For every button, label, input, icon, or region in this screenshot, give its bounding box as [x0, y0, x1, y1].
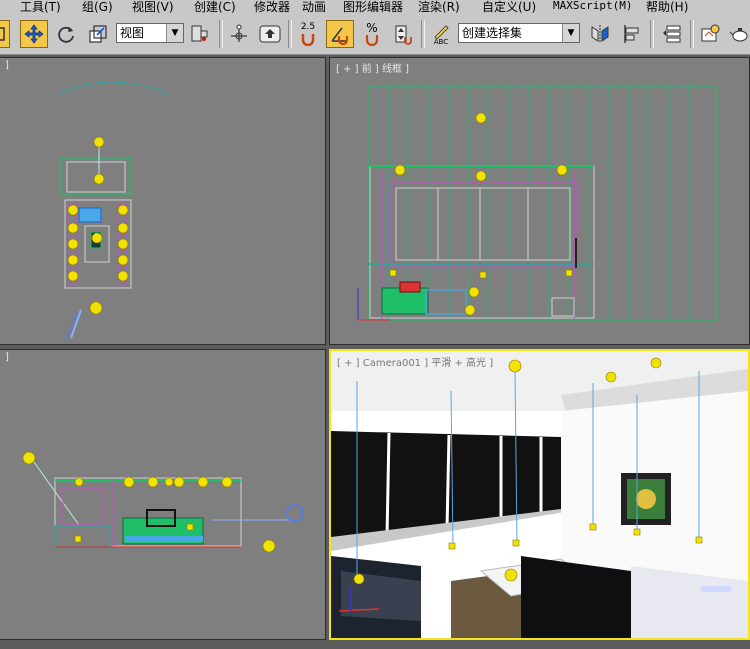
front-view-wireframe — [357, 85, 717, 321]
viewport-label[interactable]: [ + ] Camera001 ] 平滑 + 高光 ] — [337, 354, 493, 369]
named-selection-sets-dropdown[interactable]: 创建选择集 ▼ — [458, 23, 580, 43]
top-view-wireframe — [58, 81, 170, 343]
pencil-icon — [434, 24, 449, 39]
chevron-down-icon: ▼ — [166, 24, 183, 42]
viewport-left[interactable]: ] — [0, 349, 326, 640]
select-and-move-button[interactable] — [20, 20, 48, 48]
magnet-icon — [301, 33, 315, 46]
menu-bar: 工具(T) 组(G) 视图(V) 创建(C) 修改器 动画 图形编辑器 渲染(R… — [0, 0, 750, 14]
menu-help[interactable]: 帮助(H) — [646, 0, 688, 15]
chevron-down-icon: ▼ — [562, 24, 579, 42]
quick-render-button[interactable] — [726, 20, 750, 48]
keyboard-override-icon — [259, 25, 281, 43]
percent-snap-toggle-button[interactable]: % — [358, 20, 386, 48]
menu-rendering[interactable]: 渲染(R) — [418, 0, 460, 15]
menu-maxscript[interactable]: MAXScript(M) — [553, 0, 632, 12]
viewport-top[interactable]: ] — [0, 57, 326, 345]
mirror-button[interactable] — [586, 20, 614, 48]
align-button[interactable] — [618, 20, 646, 48]
spinner-snap-icon — [395, 25, 412, 45]
menu-views[interactable]: 视图(V) — [132, 0, 174, 15]
left-view-wireframe — [22, 451, 304, 553]
layer-manager-button[interactable] — [658, 20, 686, 48]
pivot-center-icon — [191, 25, 208, 42]
select-and-rotate-button[interactable] — [52, 20, 80, 48]
manipulate-icon — [231, 24, 247, 42]
named-selection-value: 创建选择集 — [462, 26, 523, 40]
render-setup-icon — [701, 24, 720, 42]
select-object-button[interactable] — [0, 20, 10, 48]
move-icon — [24, 24, 44, 44]
angle-snap-icon — [331, 27, 349, 45]
menu-animation[interactable]: 动画 — [302, 0, 326, 15]
spinner-snap-toggle-button[interactable] — [388, 20, 416, 48]
edit-named-selection-button[interactable]: ABC — [427, 20, 455, 48]
scale-icon — [89, 25, 107, 43]
select-icon — [0, 27, 5, 41]
magnet-icon — [365, 35, 379, 46]
toolbar-separator — [421, 20, 425, 48]
abc-label: ABC — [433, 37, 449, 46]
snaps-toggle-button[interactable]: 2.5 — [294, 20, 322, 48]
toolbar-separator — [690, 20, 694, 48]
keyboard-shortcut-override-button[interactable] — [256, 20, 284, 48]
viewport-camera[interactable]: [ + ] Camera001 ] 平滑 + 高光 ] — [329, 349, 750, 640]
use-pivot-center-button[interactable] — [186, 20, 214, 48]
menu-modifiers[interactable]: 修改器 — [254, 0, 290, 15]
reference-coordinate-dropdown[interactable]: 视图 ▼ — [116, 23, 184, 43]
menu-group[interactable]: 组(G) — [82, 0, 113, 15]
snap-value-label: 2.5 — [300, 21, 316, 32]
teapot-icon — [729, 28, 748, 42]
angle-snap-toggle-button[interactable] — [326, 20, 354, 48]
viewport-label[interactable]: [ + ] 前 ] 线框 ] — [336, 60, 409, 75]
menu-tools[interactable]: 工具(T) — [20, 0, 61, 15]
select-and-scale-button[interactable] — [84, 20, 112, 48]
layers-icon — [663, 25, 681, 43]
menu-create[interactable]: 创建(C) — [194, 0, 236, 15]
menu-graph-editors[interactable]: 图形编辑器 — [343, 0, 403, 15]
toolbar-separator — [650, 20, 654, 48]
menu-customize[interactable]: 自定义(U) — [482, 0, 536, 15]
percent-label: % — [366, 21, 378, 35]
ceiling-slats — [387, 86, 689, 320]
camera-render-view — [331, 351, 748, 638]
select-and-manipulate-button[interactable] — [225, 20, 253, 48]
render-setup-button[interactable] — [696, 20, 724, 48]
viewport-front[interactable]: [ + ] 前 ] 线框 ] — [329, 57, 750, 345]
main-toolbar: 视图 ▼ 2.5 % ABC 创建选择集 ▼ — [0, 14, 750, 55]
toolbar-separator — [288, 20, 292, 48]
mirror-icon — [591, 25, 609, 43]
rotate-icon — [58, 26, 74, 43]
align-icon — [624, 25, 639, 43]
reference-coordinate-value: 视图 — [120, 26, 145, 40]
viewport-label[interactable]: ] — [5, 352, 9, 363]
viewport-label[interactable]: ] — [5, 60, 9, 71]
toolbar-separator — [219, 20, 223, 48]
